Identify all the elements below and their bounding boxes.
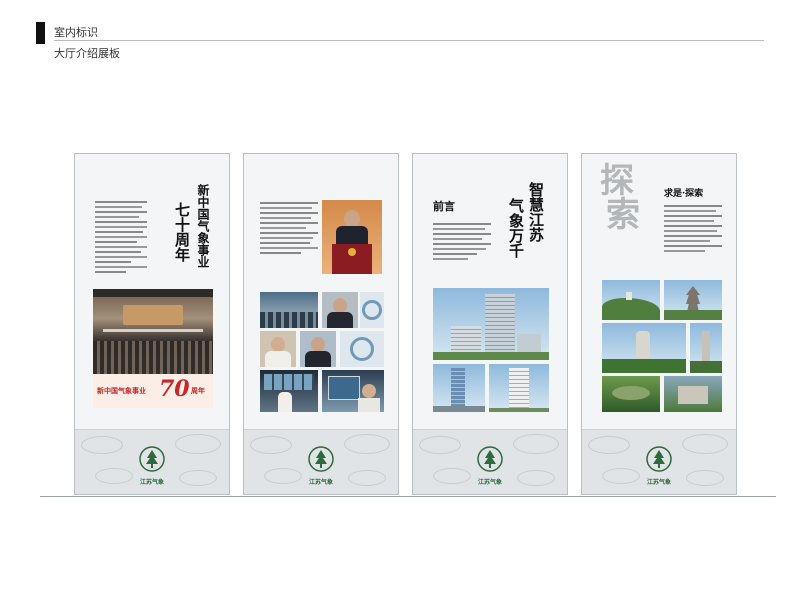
panel-4-body-text xyxy=(664,202,722,255)
official-portrait-photo xyxy=(300,331,336,367)
office-tower-photo xyxy=(489,364,549,412)
historic-tower-photo xyxy=(602,323,686,373)
speaker-podium-photo xyxy=(322,200,382,274)
cloud-pattern xyxy=(513,434,559,454)
conference-hall-photo xyxy=(93,289,213,374)
cloud-pattern xyxy=(175,434,221,454)
official-portrait-photo xyxy=(260,331,296,367)
panel-1-title-col1: 新中国气象事业 xyxy=(196,184,210,268)
cloud-pattern xyxy=(344,434,390,454)
mountain-observatory-photo xyxy=(602,280,660,320)
footer-logo-text: 江苏气象 xyxy=(477,479,502,486)
exhibit-panel-2: 江苏气象 xyxy=(243,153,399,495)
panel-1-body-text xyxy=(95,199,147,276)
page-subtitle: 大厅介绍展板 xyxy=(54,47,120,60)
official-portrait-photo xyxy=(322,292,358,328)
monument-photo xyxy=(690,323,722,373)
panel-4-heading: 求是·探索 xyxy=(664,189,704,199)
jiangsu-meteorology-logo-icon xyxy=(308,446,334,472)
headquarters-building-photo xyxy=(433,288,549,360)
watermark-character-2: 索 xyxy=(606,195,640,235)
exhibit-panel-4: 探 索 求是·探索 江苏气象 xyxy=(581,153,737,495)
header-marker xyxy=(36,22,45,44)
panel-3-heading: 前言 xyxy=(433,200,455,213)
exhibit-panel-1: 新中国气象事业 七十周年 新中国气象事业 70 周年 江苏气象 xyxy=(74,153,230,495)
panel-1-title-col2: 七十周年 xyxy=(173,202,191,262)
campus-building-photo xyxy=(664,376,722,412)
panel-3-title-col2: 气象万千 xyxy=(507,198,525,258)
cloud-emblem-graphic xyxy=(360,292,384,328)
cloud-pattern xyxy=(81,436,123,454)
floor-line xyxy=(40,496,776,497)
watermark-character-1: 探 xyxy=(600,161,634,201)
jiangsu-meteorology-logo-icon xyxy=(646,446,672,472)
cloud-pattern xyxy=(588,436,630,454)
panel-3-body-text xyxy=(433,220,491,263)
exhibit-panel-3: 智慧江苏 气象万千 前言 江苏气象 xyxy=(412,153,568,495)
cloud-emblem-graphic xyxy=(340,331,384,367)
jiangsu-meteorology-logo-icon xyxy=(477,446,503,472)
panel-1-footer: 江苏气象 xyxy=(75,429,229,494)
panel-2-body-text xyxy=(260,199,318,257)
panel-3-title-col1: 智慧江苏 xyxy=(527,182,545,242)
section-title: 室内标识 xyxy=(54,26,98,39)
footer-logo-text: 江苏气象 xyxy=(308,479,333,486)
panel-4-footer: 江苏气象 xyxy=(582,429,736,494)
header-divider xyxy=(54,40,764,41)
garden-photo xyxy=(602,376,660,412)
footer-logo-text: 江苏气象 xyxy=(139,479,164,486)
tower-building-photo xyxy=(433,364,485,412)
cloud-pattern xyxy=(250,436,292,454)
panel-3-footer: 江苏气象 xyxy=(413,429,567,494)
banner-suffix: 周年 xyxy=(191,386,205,395)
forecast-briefing-photo xyxy=(322,370,384,412)
anniversary-banner: 新中国气象事业 70 周年 xyxy=(93,374,213,408)
jiangsu-meteorology-logo-icon xyxy=(139,446,165,472)
monitoring-center-photo xyxy=(260,370,318,412)
banner-number: 70 xyxy=(159,376,190,402)
banner-text: 新中国气象事业 xyxy=(97,386,146,395)
meeting-room-photo xyxy=(260,292,318,328)
panel-2-footer: 江苏气象 xyxy=(244,429,398,494)
footer-logo-text: 江苏气象 xyxy=(646,479,671,486)
pagoda-photo xyxy=(664,280,722,320)
cloud-pattern xyxy=(419,436,461,454)
cloud-pattern xyxy=(682,434,728,454)
